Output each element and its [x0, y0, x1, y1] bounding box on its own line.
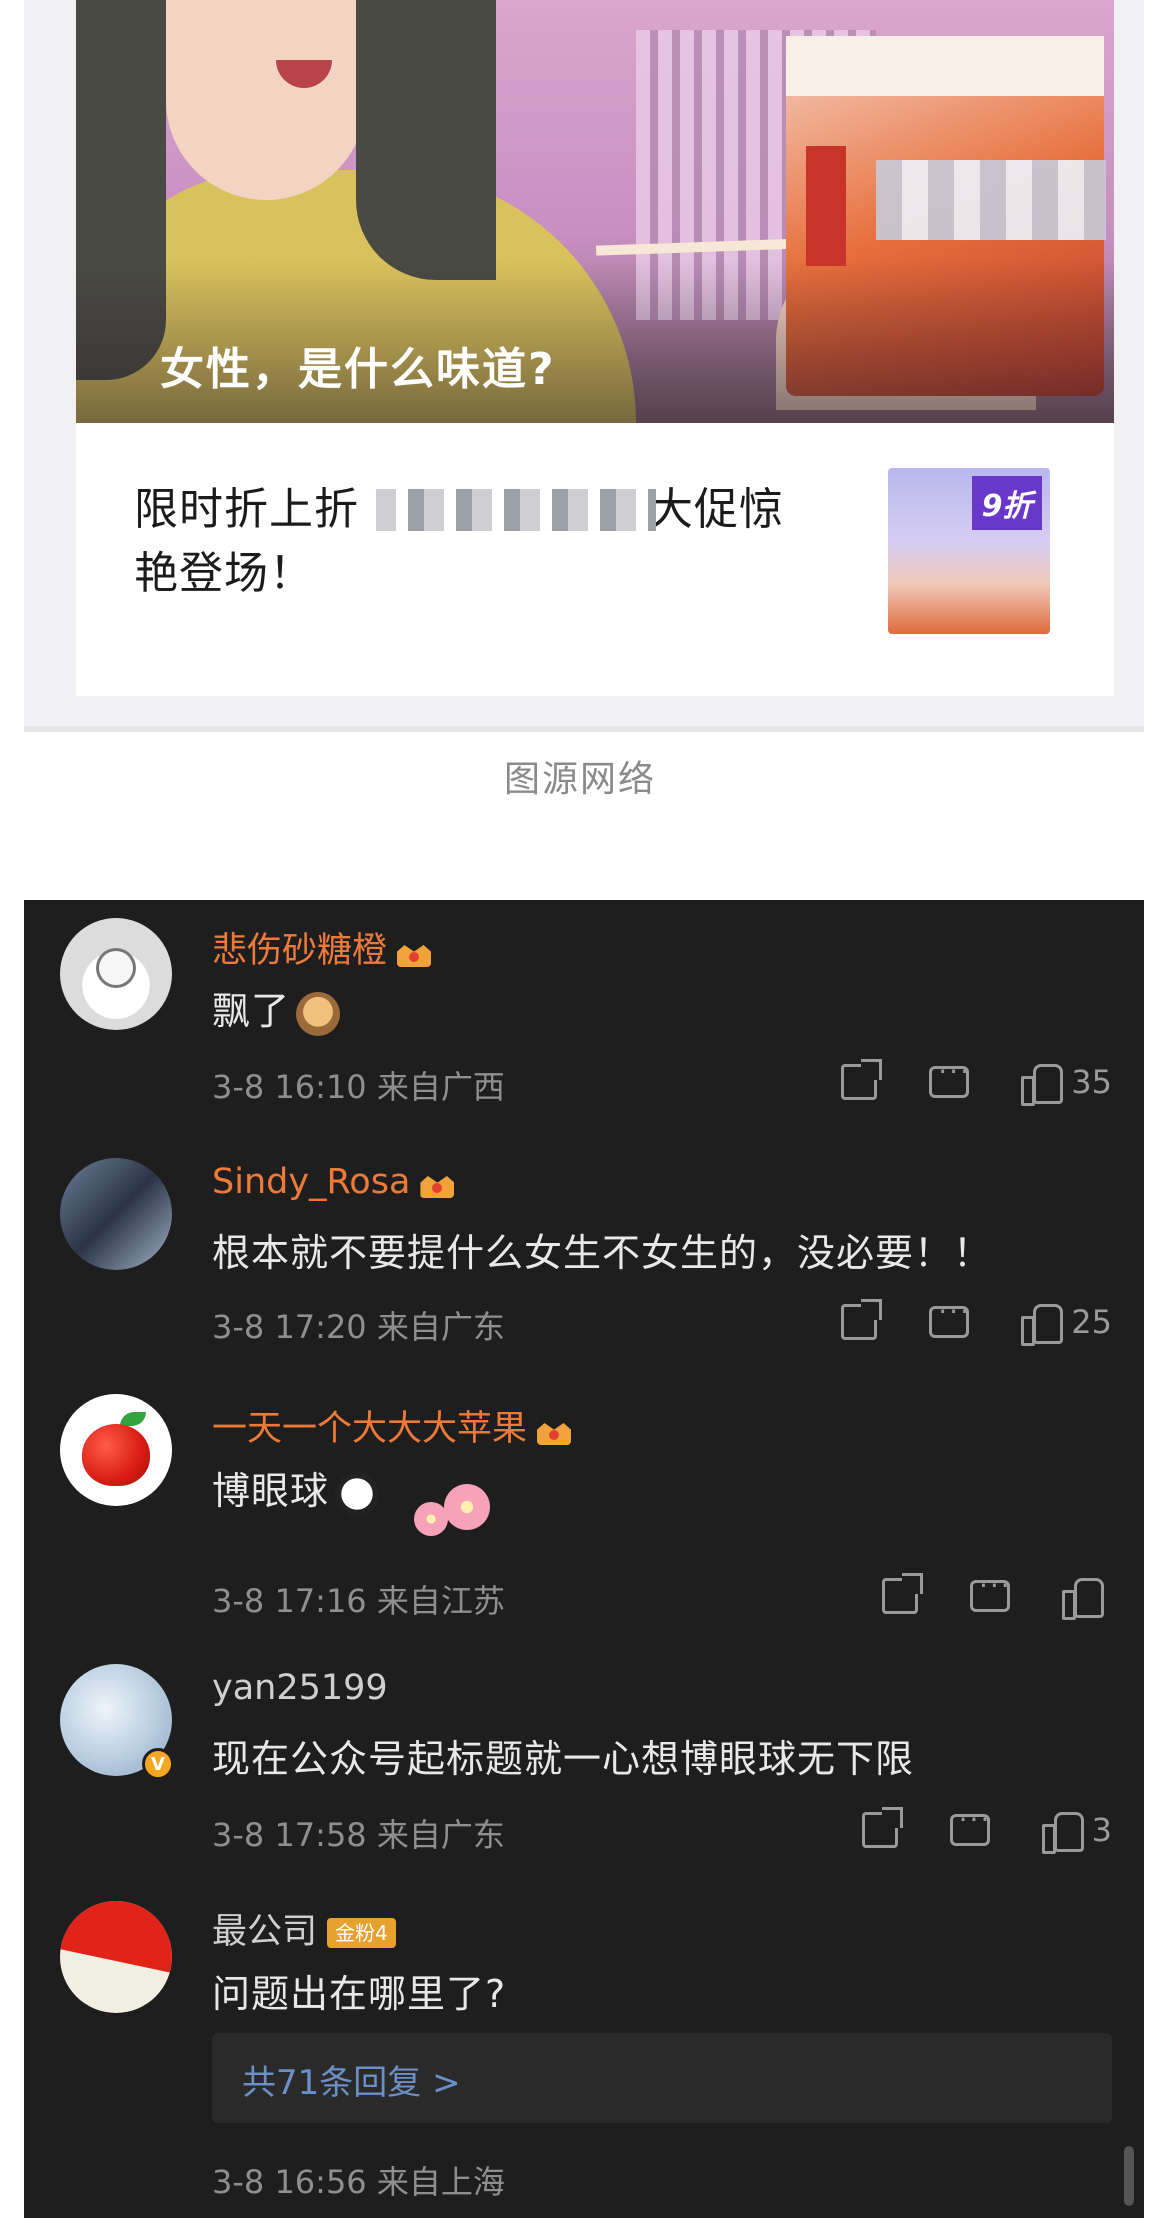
comment-item: 一天一个大大大苹果 博眼球 3-8 17:16 来自江苏	[24, 1380, 1144, 1650]
comment-text: 问题出在哪里了?	[212, 1972, 507, 2016]
reply-button[interactable]	[949, 1803, 991, 1846]
comment-actions: 25	[841, 1295, 1112, 1346]
crown-icon	[395, 935, 435, 969]
discount-badge: 9折	[972, 476, 1042, 530]
article-preview-frame: 女性，是什么味道? 限时折上折 大促惊 艳登场！ 9折	[24, 0, 1144, 732]
crown-icon	[535, 1413, 575, 1447]
avatar[interactable]	[60, 1901, 172, 2013]
comment-meta: 3-8 16:10 来自广西	[212, 1068, 505, 1106]
reply-button[interactable]	[929, 1295, 971, 1338]
comment-actions: 35	[841, 1055, 1112, 1106]
blurred-title-mask	[376, 489, 656, 531]
comment-item: 悲伤砂糖橙 飘了 3-8 16:10 来自广西 35	[24, 900, 1144, 1140]
panda-emoji-icon	[335, 1471, 380, 1516]
comment-text: 博眼球	[212, 1460, 380, 1516]
article-card[interactable]: 限时折上折 大促惊 艳登场！ 9折	[76, 423, 1114, 696]
avatar[interactable]	[60, 1394, 172, 1506]
share-icon	[841, 1299, 883, 1340]
like-button[interactable]: 35	[1021, 1062, 1112, 1106]
thumbs-up-icon	[1021, 1302, 1064, 1346]
like-button[interactable]	[1062, 1576, 1112, 1620]
comment-text: 现在公众号起标题就一心想博眼球无下限	[212, 1737, 915, 1781]
avatar[interactable]	[60, 918, 172, 1030]
comment-username[interactable]: 悲伤砂糖橙	[212, 922, 435, 973]
comment-username[interactable]: 一天一个大大大苹果	[212, 1400, 575, 1451]
view-replies-link[interactable]: 共71条回复 >	[212, 2033, 1112, 2123]
article-thumbnail: 9折	[888, 468, 1050, 634]
share-icon	[882, 1573, 923, 1614]
comment-item: 最公司 金粉4 问题出在哪里了? 共71条回复 > 3-8 16:56 来自上海	[24, 1885, 1144, 2218]
thumbs-up-icon	[1021, 1062, 1064, 1106]
comment-meta: 3-8 17:20 来自广东	[212, 1308, 505, 1346]
comment-actions	[882, 1569, 1112, 1620]
like-button[interactable]: 25	[1021, 1302, 1112, 1346]
comment-icon	[970, 1569, 1012, 1612]
comment-text: 根本就不要提什么女生不女生的，没必要！！	[212, 1231, 993, 1275]
image-caption: 图源网络	[503, 759, 656, 800]
reply-button[interactable]	[929, 1055, 971, 1098]
share-icon	[861, 1807, 903, 1848]
comment-icon	[929, 1055, 971, 1098]
comment-item: V yan25199 现在公众号起标题就一心想博眼球无下限 3-8 17:58 …	[24, 1650, 1144, 1885]
comment-meta: 3-8 17:58 来自广东	[212, 1816, 505, 1854]
article-banner-image[interactable]: 女性，是什么味道?	[76, 0, 1114, 423]
avatar[interactable]	[60, 1158, 172, 1270]
share-button[interactable]	[841, 1059, 883, 1100]
reply-button[interactable]	[970, 1569, 1012, 1612]
comment-username[interactable]: yan25199	[212, 1668, 388, 1708]
comments-panel: 悲伤砂糖橙 飘了 3-8 16:10 来自广西 35 Sindy_Rosa 根本…	[24, 900, 1144, 2218]
comment-actions: 3	[861, 1803, 1112, 1854]
like-button[interactable]: 3	[1041, 1810, 1112, 1854]
verified-badge: V	[142, 1748, 174, 1780]
thumbs-up-icon	[1041, 1810, 1084, 1854]
comment-meta: 3-8 16:56 来自上海	[212, 2163, 505, 2201]
comment-username[interactable]: Sindy_Rosa	[212, 1162, 458, 1202]
comment-username[interactable]: 最公司 金粉4	[212, 1903, 396, 1954]
fan-level-badge: 金粉4	[327, 1918, 396, 1948]
comment-icon	[949, 1803, 991, 1846]
flower-sticker-icon	[414, 1480, 504, 1540]
comment-item: Sindy_Rosa 根本就不要提什么女生不女生的，没必要！！ 3-8 17:2…	[24, 1140, 1144, 1380]
banner-title: 女性，是什么味道?	[160, 344, 556, 395]
comment-text: 飘了	[212, 980, 341, 1036]
blurred-brand-mask	[876, 160, 1106, 240]
thumbs-up-icon	[1062, 1576, 1104, 1620]
monkey-emoji-icon	[296, 991, 341, 1036]
share-button[interactable]	[882, 1573, 923, 1614]
share-button[interactable]	[861, 1807, 903, 1848]
comment-icon	[929, 1295, 971, 1338]
share-icon	[841, 1059, 883, 1100]
comment-meta: 3-8 17:16 来自江苏	[212, 1582, 505, 1620]
crown-icon	[418, 1166, 458, 1200]
share-button[interactable]	[841, 1299, 883, 1340]
scrollbar[interactable]	[1124, 2146, 1134, 2206]
